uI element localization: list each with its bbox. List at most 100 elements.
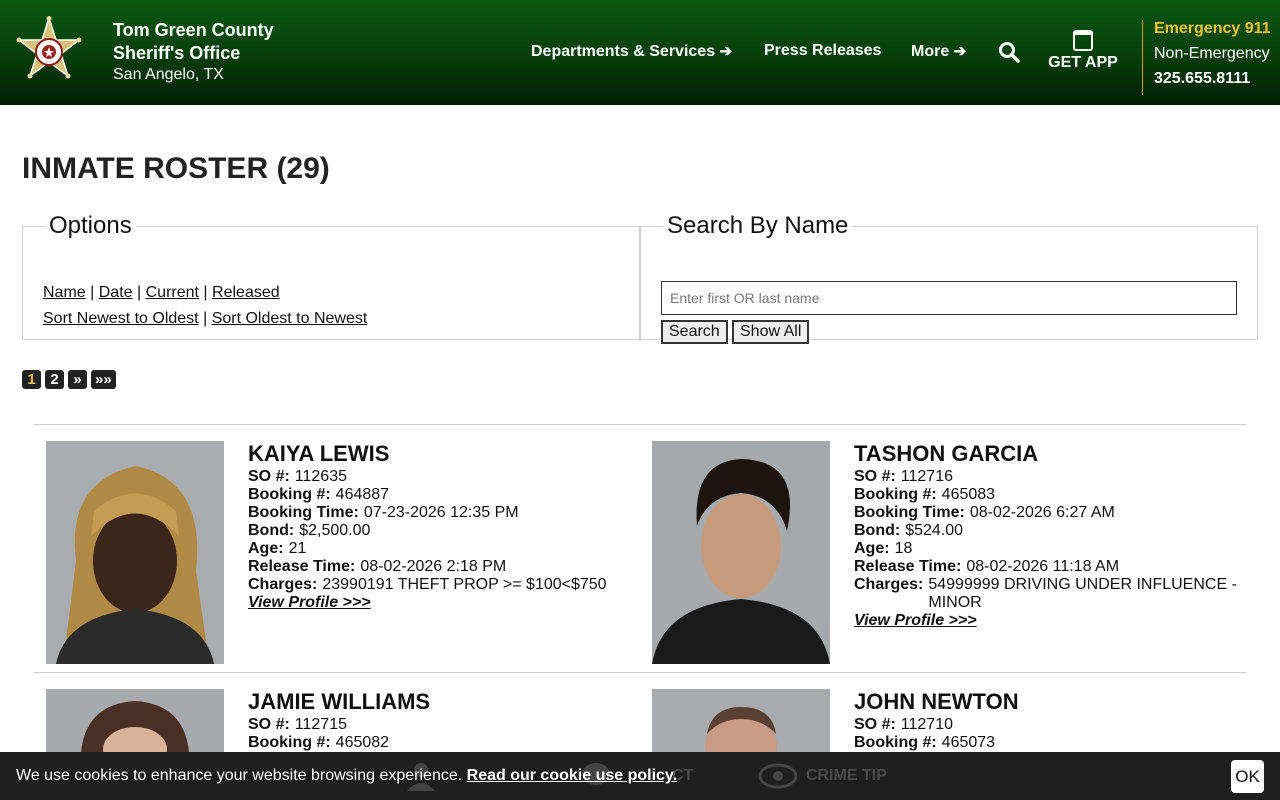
so-label: SO #: bbox=[248, 716, 290, 733]
bond-label: Bond: bbox=[248, 522, 295, 539]
mobile-phone-icon bbox=[1073, 30, 1093, 51]
mugshot-image bbox=[46, 689, 224, 752]
so-number: 112710 bbox=[900, 716, 953, 733]
booking-time: 07-23-2026 12:35 PM bbox=[363, 504, 519, 521]
cookie-policy-link[interactable]: Read our cookie use policy. bbox=[467, 767, 677, 784]
inmate-photo[interactable] bbox=[46, 689, 224, 752]
charges: 23990191 THEFT PROP >= $100<$750 bbox=[322, 576, 607, 593]
search-panel: Search By Name Search Show All bbox=[640, 212, 1258, 344]
inmate-name: JAMIE WILLIAMS bbox=[248, 689, 431, 714]
org-identity[interactable]: Tom Green County Sheriff's Office San An… bbox=[113, 19, 274, 85]
so-label: SO #: bbox=[248, 468, 290, 485]
sort-oldest-link[interactable]: Sort Oldest to Newest bbox=[212, 310, 368, 327]
inmate-name: TASHON GARCIA bbox=[854, 441, 1039, 466]
inmate-info: JOHN NEWTON SO #: 112710 Booking #: 465073 bbox=[854, 689, 1244, 752]
release-time: 08-02-2026 2:18 PM bbox=[360, 558, 507, 575]
search-button[interactable]: Search bbox=[661, 320, 728, 344]
booking-label: Booking #: bbox=[248, 734, 331, 751]
search-icon[interactable] bbox=[998, 41, 1020, 63]
non-emergency-label: Non-Emergency bbox=[1154, 45, 1270, 62]
booking-label: Booking #: bbox=[248, 486, 331, 503]
filter-date-link[interactable]: Date bbox=[99, 284, 133, 301]
age-label: Age: bbox=[248, 540, 284, 557]
bond-amount: $2,500.00 bbox=[299, 522, 371, 539]
booking-time-label: Booking Time: bbox=[854, 504, 965, 521]
arrow-right-icon: ➔ bbox=[719, 43, 733, 60]
sheriff-star-badge-logo[interactable] bbox=[12, 16, 86, 88]
charges: 54999999 DRIVING UNDER INFLUENCE -MINOR bbox=[928, 576, 1237, 611]
nav-press-releases[interactable]: Press Releases bbox=[764, 42, 881, 60]
bond-amount: $524.00 bbox=[905, 522, 964, 539]
divider bbox=[34, 424, 1246, 425]
cookie-ok-button[interactable]: OK bbox=[1231, 760, 1264, 793]
cookie-message: We use cookies to enhance your website b… bbox=[16, 767, 677, 785]
non-emergency-phone-link[interactable]: 325.655.8111 bbox=[1154, 70, 1271, 87]
separator: | bbox=[203, 284, 208, 301]
crime-tip-ghost-label: CRIME TIP bbox=[806, 767, 887, 784]
age: 21 bbox=[288, 540, 307, 557]
booking-number: 465073 bbox=[941, 734, 996, 751]
org-name-line1: Tom Green County bbox=[113, 20, 274, 40]
booking-label: Booking #: bbox=[854, 734, 937, 751]
site-header: Tom Green County Sheriff's Office San An… bbox=[0, 0, 1280, 105]
cookie-consent-bar: CT CRIME TIP We use cookies to enhance y… bbox=[0, 752, 1280, 800]
view-profile-link[interactable]: View Profile >>> bbox=[854, 612, 977, 630]
name-search-input[interactable] bbox=[661, 281, 1237, 315]
booking-number: 464887 bbox=[335, 486, 390, 503]
bond-label: Bond: bbox=[854, 522, 901, 539]
emergency-contacts: Emergency 911 Non-Emergency 325.655.8111 bbox=[1142, 20, 1271, 95]
options-panel: Options Name | Date | Current | Released… bbox=[22, 212, 640, 340]
inmate-photo[interactable] bbox=[652, 441, 830, 664]
nav-label: Press Releases bbox=[764, 42, 882, 59]
nav-more[interactable]: More ➔ bbox=[911, 42, 966, 61]
page-1-button[interactable]: 1 bbox=[22, 370, 41, 389]
inmate-info: JAMIE WILLIAMS SO #: 112715 Booking #: 465… bbox=[248, 689, 638, 752]
charges-label: Charges: bbox=[248, 576, 318, 593]
booking-number: 465082 bbox=[335, 734, 390, 751]
nav-departments-services[interactable]: Departments & Services ➔ bbox=[531, 42, 732, 61]
age-label: Age: bbox=[854, 540, 890, 557]
last-page-button[interactable]: »» bbox=[91, 370, 116, 389]
get-app-button[interactable]: GET APP bbox=[1046, 30, 1120, 72]
sort-links: Sort Newest to Oldest | Sort Oldest to N… bbox=[43, 310, 367, 328]
divider bbox=[34, 672, 1246, 673]
release-time-label: Release Time: bbox=[248, 558, 356, 575]
get-app-label: GET APP bbox=[1048, 54, 1118, 71]
release-time: 08-02-2026 11:18 AM bbox=[966, 558, 1120, 575]
next-page-button[interactable]: » bbox=[68, 370, 87, 389]
so-label: SO #: bbox=[854, 716, 896, 733]
arrow-right-icon: ➔ bbox=[953, 43, 967, 60]
eye-icon bbox=[758, 752, 798, 800]
emergency-911-link[interactable]: Emergency 911 bbox=[1154, 20, 1271, 37]
page-2-button[interactable]: 2 bbox=[45, 370, 64, 389]
booking-time-label: Booking Time: bbox=[248, 504, 359, 521]
org-location: San Angelo, TX bbox=[113, 66, 224, 83]
sort-newest-link[interactable]: Sort Newest to Oldest bbox=[43, 310, 199, 327]
booking-label: Booking #: bbox=[854, 486, 937, 503]
so-label: SO #: bbox=[854, 468, 896, 485]
pagination: 1 2 » »» bbox=[22, 370, 116, 389]
filter-name-link[interactable]: Name bbox=[43, 284, 86, 301]
filter-links: Name | Date | Current | Released bbox=[43, 284, 280, 302]
booking-time: 08-02-2026 6:27 AM bbox=[969, 504, 1115, 521]
view-profile-link[interactable]: View Profile >>> bbox=[248, 594, 371, 612]
inmate-photo[interactable] bbox=[652, 689, 830, 752]
booking-number: 465083 bbox=[941, 486, 996, 503]
release-time-label: Release Time: bbox=[854, 558, 962, 575]
page-title: INMATE ROSTER (29) bbox=[22, 152, 330, 185]
so-number: 112716 bbox=[900, 468, 953, 485]
show-all-button[interactable]: Show All bbox=[732, 320, 810, 344]
inmate-photo[interactable] bbox=[46, 441, 224, 664]
separator: | bbox=[90, 284, 95, 301]
options-legend: Options bbox=[49, 212, 132, 239]
cookie-text: We use cookies to enhance your website b… bbox=[16, 767, 463, 784]
filter-released-link[interactable]: Released bbox=[212, 284, 280, 301]
filter-current-link[interactable]: Current bbox=[146, 284, 199, 301]
mugshot-image bbox=[46, 441, 224, 664]
org-name-line2: Sheriff's Office bbox=[113, 43, 241, 63]
nav-label: Departments & Services bbox=[531, 43, 716, 60]
so-number: 112635 bbox=[294, 468, 347, 485]
nav-label: More bbox=[911, 43, 950, 60]
inmate-info: KAIYA LEWIS SO #: 112635 Booking #: 464887… bbox=[248, 441, 638, 612]
separator: | bbox=[203, 310, 208, 327]
